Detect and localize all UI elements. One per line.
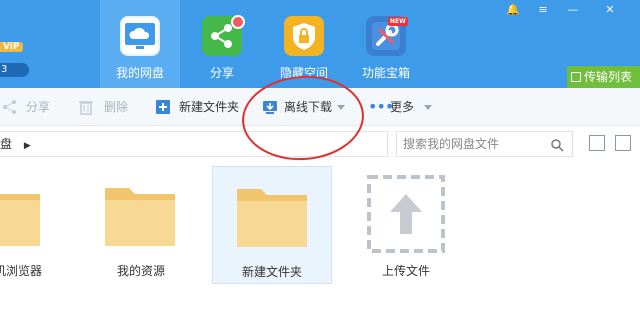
nav-toolbox[interactable]: 功能宝箱 bbox=[346, 0, 426, 88]
more-label: 更多 bbox=[390, 100, 415, 114]
grid-view-icon[interactable] bbox=[615, 135, 631, 151]
nav-label: 分享 bbox=[209, 66, 234, 80]
file-name: 新建文件夹 bbox=[241, 265, 302, 279]
share-button[interactable]: 分享 bbox=[0, 88, 60, 126]
more-button[interactable]: ••• 更多 bbox=[368, 88, 438, 126]
offline-download-label: 离线下载 bbox=[284, 100, 333, 114]
add-folder-icon bbox=[156, 100, 170, 114]
user-level-badge: 3 bbox=[0, 63, 29, 77]
nav-label: 我的网盘 bbox=[115, 66, 164, 80]
upload-icon bbox=[367, 175, 445, 253]
file-name: 度手机浏览器 bbox=[0, 264, 42, 278]
cloud-disk-icon bbox=[120, 16, 160, 56]
delete-button[interactable]: 删除 bbox=[78, 88, 138, 126]
nav-share[interactable]: 分享 bbox=[182, 0, 262, 88]
share-icon bbox=[3, 100, 16, 114]
upload-file-tile[interactable]: 上传文件 bbox=[362, 166, 450, 284]
vip-badge: ViP bbox=[0, 42, 23, 52]
breadcrumb[interactable]: 盘 ▶ bbox=[0, 131, 388, 157]
notification-dot bbox=[231, 15, 245, 29]
transfer-list-button[interactable]: 传输列表 bbox=[567, 66, 640, 88]
folder-item[interactable]: 我的资源 bbox=[97, 166, 185, 284]
file-toolbar: 分享 删除 新建文件夹 离线下载 ••• 更多 bbox=[0, 88, 640, 126]
nav-my-disk[interactable]: 我的网盘 bbox=[100, 0, 180, 88]
close-button[interactable]: ✕ bbox=[598, 0, 622, 20]
chevron-down-icon bbox=[337, 105, 345, 110]
chevron-right-icon: ▶ bbox=[23, 141, 31, 151]
minimize-button[interactable]: — bbox=[561, 0, 585, 20]
search-icon bbox=[551, 139, 564, 152]
share-label: 分享 bbox=[26, 100, 51, 114]
download-icon bbox=[263, 101, 277, 114]
folder-icon bbox=[105, 188, 175, 246]
path-bar: 盘 ▶ 搜索我的网盘文件 bbox=[0, 127, 640, 160]
nav-label: 隐藏空间 bbox=[279, 66, 328, 80]
lock-icon bbox=[284, 16, 324, 56]
chevron-down-icon bbox=[424, 105, 432, 110]
list-view-icon[interactable] bbox=[589, 135, 605, 151]
folder-item[interactable]: 度手机浏览器 bbox=[0, 166, 50, 284]
file-grid: 度手机浏览器 我的资源 新建文件夹 上传文件 bbox=[0, 160, 640, 319]
folder-item-selected[interactable]: 新建文件夹 bbox=[212, 166, 332, 284]
folder-icon bbox=[0, 194, 40, 246]
breadcrumb-item[interactable]: 盘 bbox=[0, 137, 12, 151]
nav-private-space[interactable]: 隐藏空间 bbox=[264, 0, 344, 88]
new-badge: NEW bbox=[388, 17, 408, 26]
transfer-icon bbox=[571, 72, 581, 82]
menu-icon[interactable]: ≡ bbox=[531, 0, 555, 20]
offline-download-button[interactable]: 离线下载 bbox=[262, 88, 352, 126]
bell-icon[interactable]: 🔔 bbox=[501, 0, 525, 20]
nav-label: 功能宝箱 bbox=[361, 66, 410, 80]
search-input[interactable]: 搜索我的网盘文件 bbox=[396, 131, 573, 157]
new-folder-button[interactable]: 新建文件夹 bbox=[155, 88, 240, 126]
folder-icon bbox=[237, 189, 307, 247]
file-name: 我的资源 bbox=[116, 264, 165, 278]
delete-label: 删除 bbox=[104, 100, 129, 114]
transfer-label: 传输列表 bbox=[584, 70, 633, 84]
new-folder-label: 新建文件夹 bbox=[179, 100, 240, 114]
top-header: ViP 3 我的网盘 分享 隐藏空间 功能宝箱 NEW 🔔 ≡ — ✕ 传输列表 bbox=[0, 0, 640, 88]
search-placeholder: 搜索我的网盘文件 bbox=[403, 137, 500, 151]
trash-icon bbox=[79, 101, 93, 115]
file-name: 上传文件 bbox=[381, 264, 430, 278]
